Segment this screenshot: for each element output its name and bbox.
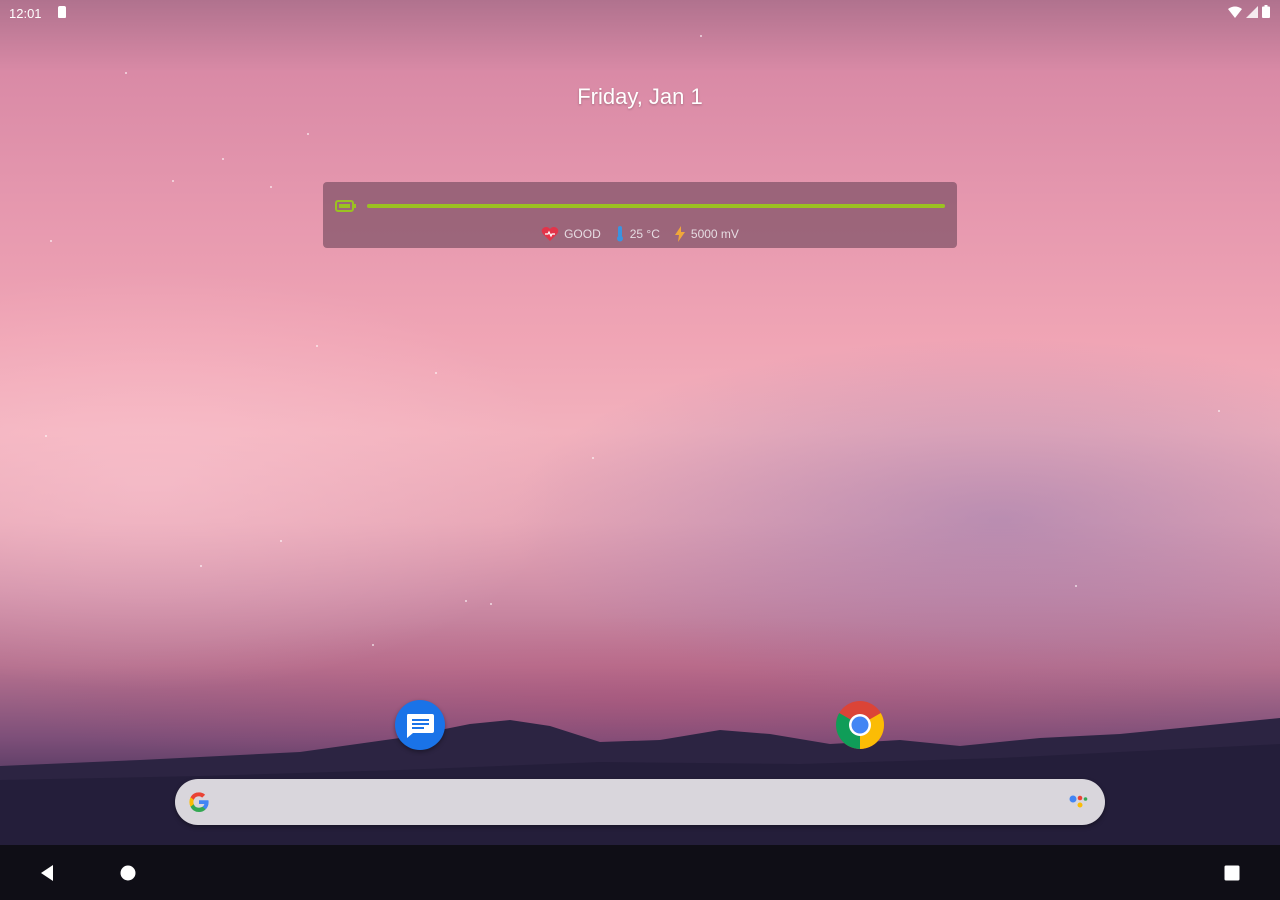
chrome-icon [835,701,885,749]
battery-temperature-value: 25 °C [629,227,660,241]
cell-signal-icon [1246,5,1258,18]
messages-icon [407,714,434,738]
battery-health-value: GOOD [564,227,601,241]
home-date[interactable]: Friday, Jan 1 [0,84,1280,110]
status-icons [1228,5,1270,18]
battery-charging-icon [335,200,356,212]
battery-widget[interactable]: GOOD 25 °C 5000 mV [323,182,957,248]
status-bar: 12:01 [0,0,1280,26]
nav-recents-button[interactable] [1202,845,1262,900]
messages-app-icon[interactable] [395,700,445,750]
home-circle-icon [120,865,136,880]
google-search-bar[interactable] [175,779,1105,825]
battery-stats: GOOD 25 °C 5000 mV [323,226,957,242]
battery-voltage-value: 5000 mV [690,227,739,241]
battery-level-bar [367,204,945,208]
heart-icon [541,227,559,241]
battery-icon [1262,5,1270,18]
navigation-bar [0,845,1280,900]
battery-health: GOOD [541,226,601,242]
google-assistant-icon[interactable] [1069,793,1089,811]
thermometer-icon [616,226,623,242]
back-triangle-icon [41,864,53,881]
recents-square-icon [1224,865,1240,880]
sd-card-icon [58,6,66,18]
wifi-icon [1228,6,1242,18]
chrome-app-icon[interactable] [835,700,885,750]
nav-back-button[interactable] [17,845,77,900]
google-g-icon [189,792,209,812]
nav-home-button[interactable] [98,845,158,900]
battery-voltage: 5000 mV [674,226,739,242]
battery-temperature: 25 °C [615,226,660,242]
battery-level-track [367,204,945,208]
lightning-icon [674,226,685,242]
status-clock: 12:01 [9,6,42,21]
